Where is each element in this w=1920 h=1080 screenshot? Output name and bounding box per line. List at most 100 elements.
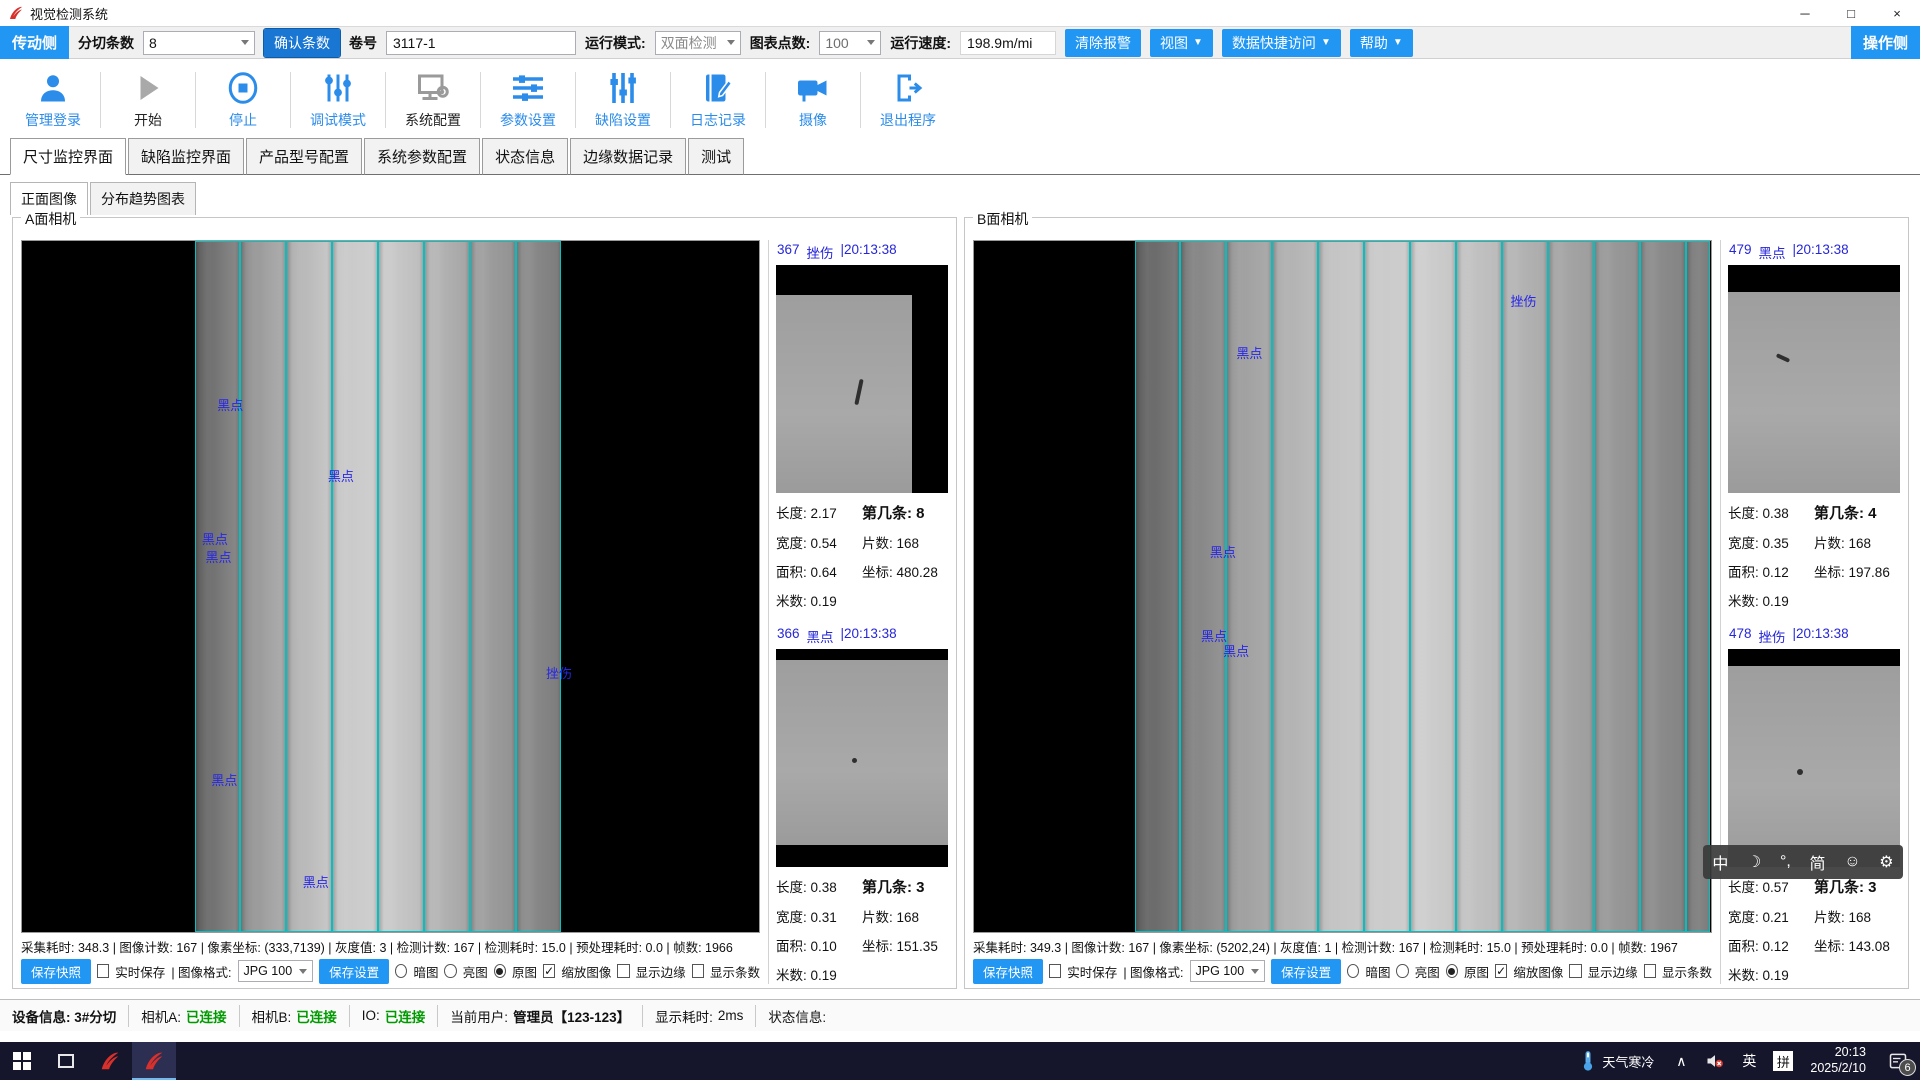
- ime-fullwidth-icon[interactable]: ☽: [1747, 852, 1761, 872]
- panel-a-groupbox: A面相机 黑点 黑点 黑点 黑点 挫伤 黑点 黑点 采集耗时: 348.3 | …: [12, 217, 957, 989]
- maximize-button[interactable]: □: [1828, 0, 1874, 26]
- save-settings-button[interactable]: 保存设置: [319, 959, 389, 984]
- defect-thumbnail: [776, 265, 948, 493]
- defect-time: |20:13:38: [1793, 626, 1849, 646]
- dark-image-radio[interactable]: [1347, 964, 1359, 978]
- drive-side-button[interactable]: 传动侧: [0, 26, 69, 59]
- task-view-button[interactable]: [44, 1042, 88, 1080]
- ime-punctuation-icon[interactable]: °,: [1780, 853, 1791, 871]
- clock-widget[interactable]: 20:13 2025/2/10: [1800, 1045, 1876, 1076]
- defect-marker-label: 挫伤: [1511, 291, 1537, 310]
- show-edges-label: 显示边缘: [636, 962, 686, 981]
- run-mode-value: 双面检测: [661, 33, 717, 53]
- tab-size-monitor[interactable]: 尺寸监控界面: [10, 138, 126, 175]
- camera-a-conn-label: 相机A:: [141, 1006, 181, 1026]
- original-image-radio[interactable]: [494, 964, 506, 978]
- parameter-settings-button[interactable]: 参数设置: [485, 70, 571, 130]
- ime-mode-button[interactable]: 中: [1712, 850, 1728, 874]
- show-strip-count-checkbox[interactable]: [1644, 964, 1656, 978]
- save-snapshot-button[interactable]: 保存快照: [973, 959, 1043, 984]
- pinned-app-button[interactable]: [88, 1042, 132, 1080]
- defect-thumbnail: [776, 649, 948, 867]
- roll-number-label: 卷号: [349, 33, 377, 53]
- save-settings-button[interactable]: 保存设置: [1271, 959, 1341, 984]
- admin-login-button[interactable]: 管理登录: [10, 70, 96, 130]
- weather-widget[interactable]: 天气寒冷: [1570, 1042, 1664, 1080]
- camera-b-image[interactable]: 挫伤 黑点 黑点 黑点 黑点: [973, 240, 1712, 933]
- show-edges-checkbox[interactable]: [1569, 964, 1581, 978]
- run-mode-select[interactable]: 双面检测: [655, 31, 741, 55]
- zoom-image-label: 缩放图像: [1513, 962, 1563, 981]
- exit-program-button[interactable]: 退出程序: [865, 70, 951, 130]
- realtime-save-checkbox[interactable]: [97, 964, 109, 978]
- volume-muted-button[interactable]: [1698, 1042, 1732, 1080]
- tray-expand-button[interactable]: ∧: [1664, 1042, 1698, 1080]
- data-quick-access-menu-button[interactable]: 数据快捷访问 ▼: [1222, 29, 1341, 57]
- defect-marker-label: 黑点: [211, 770, 237, 789]
- confirm-count-button[interactable]: 确认条数: [264, 29, 340, 57]
- defect-id: 478: [1729, 626, 1752, 646]
- ime-indicator[interactable]: 拼: [1766, 1042, 1800, 1080]
- show-edges-checkbox[interactable]: [617, 964, 629, 978]
- original-image-radio[interactable]: [1446, 964, 1458, 978]
- notification-center-button[interactable]: 6: [1876, 1042, 1920, 1080]
- camera-a-image[interactable]: 黑点 黑点 黑点 黑点 挫伤 黑点 黑点: [21, 240, 760, 933]
- defect-card: 367 挫伤 |20:13:38 长度: 2.17 第几条: 8 宽度: 0.5…: [776, 240, 948, 610]
- debug-mode-button[interactable]: 调试模式: [295, 70, 381, 130]
- ime-emoji-icon[interactable]: ☺: [1844, 853, 1860, 871]
- tab-edge-data-record[interactable]: 边缘数据记录: [570, 138, 686, 175]
- running-app-button[interactable]: [132, 1042, 176, 1080]
- dark-image-radio[interactable]: [395, 964, 407, 978]
- zoom-image-checkbox[interactable]: [1495, 964, 1507, 978]
- camera-b-conn-status: 已连接: [296, 1006, 337, 1026]
- operator-side-button[interactable]: 操作侧: [1851, 26, 1920, 59]
- close-button[interactable]: ×: [1874, 0, 1920, 26]
- help-menu-button[interactable]: 帮助 ▼: [1350, 29, 1413, 57]
- start-button[interactable]: [0, 1042, 44, 1080]
- zoom-image-checkbox[interactable]: [543, 964, 555, 978]
- tab-product-model-config[interactable]: 产品型号配置: [246, 138, 362, 175]
- language-indicator[interactable]: 英: [1732, 1042, 1766, 1080]
- camera-button[interactable]: 摄像: [770, 70, 856, 130]
- tab-defect-monitor[interactable]: 缺陷监控界面: [128, 138, 244, 175]
- slit-count-select[interactable]: 8: [143, 31, 255, 55]
- defect-thumbnail: [1728, 649, 1900, 867]
- camera-b-controls: 保存快照 实时保存 | 图像格式: JPG 100 保存设置 暗图 亮图 原图: [973, 958, 1712, 984]
- camera-b-conn-label: 相机B:: [252, 1006, 292, 1026]
- clock-date: 2025/2/10: [1810, 1061, 1866, 1077]
- minimize-button[interactable]: ─: [1782, 0, 1828, 26]
- realtime-save-checkbox[interactable]: [1049, 964, 1061, 978]
- save-snapshot-button[interactable]: 保存快照: [21, 959, 91, 984]
- log-record-button[interactable]: 日志记录: [675, 70, 761, 130]
- camera-panels: A面相机 黑点 黑点 黑点 黑点 挫伤 黑点 黑点 采集耗时: 348.3 | …: [12, 217, 1908, 989]
- clear-alarm-button[interactable]: 清除报警: [1065, 29, 1141, 57]
- start-button[interactable]: 开始: [105, 70, 191, 130]
- defect-marker-label: 黑点: [328, 466, 354, 485]
- io-conn-label: IO:: [362, 1008, 380, 1023]
- system-config-button[interactable]: 系统配置: [390, 70, 476, 130]
- subtab-trend-chart[interactable]: 分布趋势图表: [90, 182, 196, 215]
- chart-points-value: 100: [825, 35, 848, 51]
- defect-time: |20:13:38: [841, 242, 897, 262]
- bright-image-radio[interactable]: [444, 964, 456, 978]
- defect-type: 黑点: [1759, 242, 1786, 262]
- defect-settings-button[interactable]: 缺陷设置: [580, 70, 666, 130]
- tab-status-info[interactable]: 状态信息: [482, 138, 568, 175]
- task-view-icon: [58, 1054, 74, 1068]
- view-menu-button[interactable]: 视图 ▼: [1150, 29, 1213, 57]
- image-format-select[interactable]: JPG 100: [1190, 960, 1266, 982]
- image-format-select[interactable]: JPG 100: [238, 960, 314, 982]
- tab-test[interactable]: 测试: [688, 138, 744, 175]
- ime-settings-gear-icon[interactable]: ⚙: [1879, 852, 1893, 872]
- ime-simplified-button[interactable]: 简: [1810, 850, 1826, 874]
- tab-system-param-config[interactable]: 系统参数配置: [364, 138, 480, 175]
- bright-image-label: 亮图: [463, 962, 488, 981]
- dropdown-arrow-icon: ▼: [1321, 37, 1331, 48]
- show-strip-count-checkbox[interactable]: [692, 964, 704, 978]
- chart-points-select[interactable]: 100: [819, 31, 881, 55]
- original-image-label: 原图: [512, 962, 537, 981]
- dropdown-arrow-icon: ▼: [1393, 37, 1403, 48]
- bright-image-radio[interactable]: [1396, 964, 1408, 978]
- stop-button[interactable]: 停止: [200, 70, 286, 130]
- roll-number-input[interactable]: 3117-1: [386, 31, 576, 55]
